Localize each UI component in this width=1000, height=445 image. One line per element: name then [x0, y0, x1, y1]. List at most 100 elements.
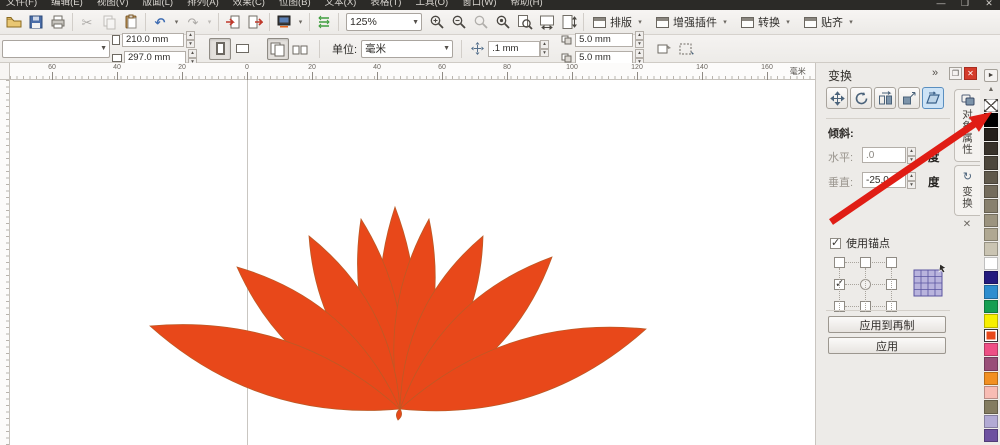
anchor-point-0-2[interactable] [886, 257, 897, 268]
menu-item[interactable]: 排列(A) [187, 0, 219, 9]
redo-button[interactable]: ↷ [182, 12, 204, 33]
duplicate-x-field[interactable]: 5.0 mm [575, 33, 633, 47]
menu-item[interactable]: 文本(X) [325, 0, 357, 9]
color-swatch[interactable] [984, 314, 998, 327]
zoom-to-page-button[interactable] [514, 12, 536, 33]
menu-item[interactable]: 窗口(W) [462, 0, 496, 9]
undo-dropdown[interactable]: ▾ [171, 12, 182, 33]
docker-tabs-close[interactable]: ✕ [954, 219, 980, 230]
position-tool-button[interactable] [826, 87, 848, 109]
open-button[interactable] [3, 12, 25, 33]
color-swatch[interactable] [984, 228, 998, 241]
toolbar-button-增强插件[interactable]: 增强插件▾ [650, 12, 735, 33]
color-swatch[interactable] [984, 400, 998, 413]
menu-item[interactable]: 帮助(H) [510, 0, 542, 9]
color-swatch[interactable] [984, 343, 998, 356]
color-swatch[interactable] [984, 142, 998, 155]
zoom-to-all-button[interactable] [492, 12, 514, 33]
docker-close-button[interactable]: ✕ [964, 67, 977, 80]
color-swatch[interactable] [984, 372, 998, 385]
paste-button[interactable] [120, 12, 142, 33]
menu-item[interactable]: 效果(C) [233, 0, 265, 9]
menu-item[interactable]: 文件(F) [6, 0, 37, 9]
palette-scroll-up[interactable]: ▲ [984, 85, 998, 95]
color-swatch[interactable] [984, 257, 998, 270]
maximize-button[interactable]: ❐ [958, 0, 972, 9]
size-tool-button[interactable] [898, 87, 920, 109]
use-anchor-checkbox[interactable] [830, 238, 841, 249]
color-swatch[interactable] [984, 171, 998, 184]
application-launcher-button[interactable] [273, 12, 295, 33]
portrait-button[interactable] [209, 38, 231, 60]
toolbar-button-排版[interactable]: 排版▾ [587, 12, 650, 33]
apply-to-duplicate-button[interactable]: 应用到再制 [828, 316, 946, 333]
cut-button[interactable]: ✂ [76, 12, 98, 33]
launcher-dropdown[interactable]: ▾ [295, 12, 306, 33]
color-swatch[interactable] [984, 415, 998, 428]
units-combo[interactable]: 毫米 ▼ [361, 40, 453, 58]
page-size-combo[interactable]: ▼ [2, 40, 110, 58]
scale-mirror-tool-button[interactable] [874, 87, 896, 109]
save-button[interactable] [25, 12, 47, 33]
all-pages-button[interactable] [267, 38, 289, 60]
options-button[interactable] [313, 12, 335, 33]
vertical-skew-spinner[interactable]: ▴▾ [907, 172, 916, 189]
menu-item[interactable]: 工具(O) [415, 0, 448, 9]
color-swatch[interactable] [984, 242, 998, 255]
color-swatch[interactable] [984, 185, 998, 198]
drawing-canvas[interactable] [10, 80, 815, 445]
apply-button[interactable]: 应用 [828, 337, 946, 354]
paper-width-field[interactable]: 210.0 mm [122, 33, 184, 47]
rotate-tool-button[interactable] [850, 87, 872, 109]
close-button[interactable]: ✕ [982, 0, 996, 9]
docker-expand-chevron[interactable]: » [932, 67, 938, 79]
color-swatch[interactable] [984, 199, 998, 212]
minimize-button[interactable]: — [934, 0, 948, 9]
nudge-spinner[interactable]: ▴▾ [540, 40, 549, 57]
paper-width-spinner[interactable]: ▴▾ [186, 31, 195, 48]
import-button[interactable] [222, 12, 244, 33]
vertical-skew-field[interactable]: -25.0 [862, 172, 906, 188]
undo-button[interactable]: ↶ [149, 12, 171, 33]
color-swatch[interactable] [984, 329, 998, 342]
duplicate-x-spinner[interactable]: ▴▾ [635, 31, 644, 48]
color-swatch[interactable] [984, 156, 998, 169]
zoom-to-height-button[interactable] [558, 12, 580, 33]
zoom-to-width-button[interactable] [536, 12, 558, 33]
color-swatch[interactable] [984, 113, 998, 126]
horizontal-skew-field[interactable]: .0 [862, 147, 906, 163]
toolbar-button-转换[interactable]: 转换▾ [735, 12, 798, 33]
skew-tool-button[interactable] [922, 87, 944, 109]
color-swatch[interactable] [984, 214, 998, 227]
flower-petal[interactable] [396, 409, 401, 420]
anchor-point-0-0[interactable] [834, 257, 845, 268]
tab-object-properties[interactable]: 对象属性 [954, 89, 980, 162]
lotus-flower-drawing[interactable] [10, 80, 815, 445]
color-swatch[interactable] [984, 429, 998, 442]
tab-transform[interactable]: ↻ 变换 [954, 165, 980, 216]
nudge-field[interactable]: .1 mm [488, 41, 540, 57]
bounding-box-button[interactable] [676, 38, 698, 60]
toolbar-button-贴齐[interactable]: 贴齐▾ [798, 12, 861, 33]
landscape-button[interactable] [231, 38, 253, 60]
docker-float-button[interactable]: ❐ [949, 67, 962, 80]
palette-flyout-button[interactable]: ► [984, 69, 998, 82]
zoom-level-combo[interactable]: 125% ▼ [346, 13, 422, 31]
zoom-in-button[interactable] [426, 12, 448, 33]
anchor-point-0-1[interactable] [860, 257, 871, 268]
zoom-out-button[interactable] [448, 12, 470, 33]
color-swatch[interactable] [984, 300, 998, 313]
export-button[interactable] [244, 12, 266, 33]
menu-item[interactable]: 编辑(E) [51, 0, 83, 9]
color-swatch[interactable] [984, 386, 998, 399]
color-swatch[interactable] [984, 285, 998, 298]
zoom-to-selected-button[interactable] [470, 12, 492, 33]
menu-item[interactable]: 表格(T) [370, 0, 401, 9]
horizontal-ruler[interactable]: 604020020406080100120140160毫米 [10, 63, 815, 80]
color-swatch[interactable] [984, 357, 998, 370]
print-button[interactable] [47, 12, 69, 33]
no-color-swatch[interactable] [984, 99, 998, 112]
vertical-ruler[interactable] [0, 80, 10, 445]
menu-item[interactable]: 位图(B) [279, 0, 311, 9]
menu-item[interactable]: 视图(V) [97, 0, 129, 9]
